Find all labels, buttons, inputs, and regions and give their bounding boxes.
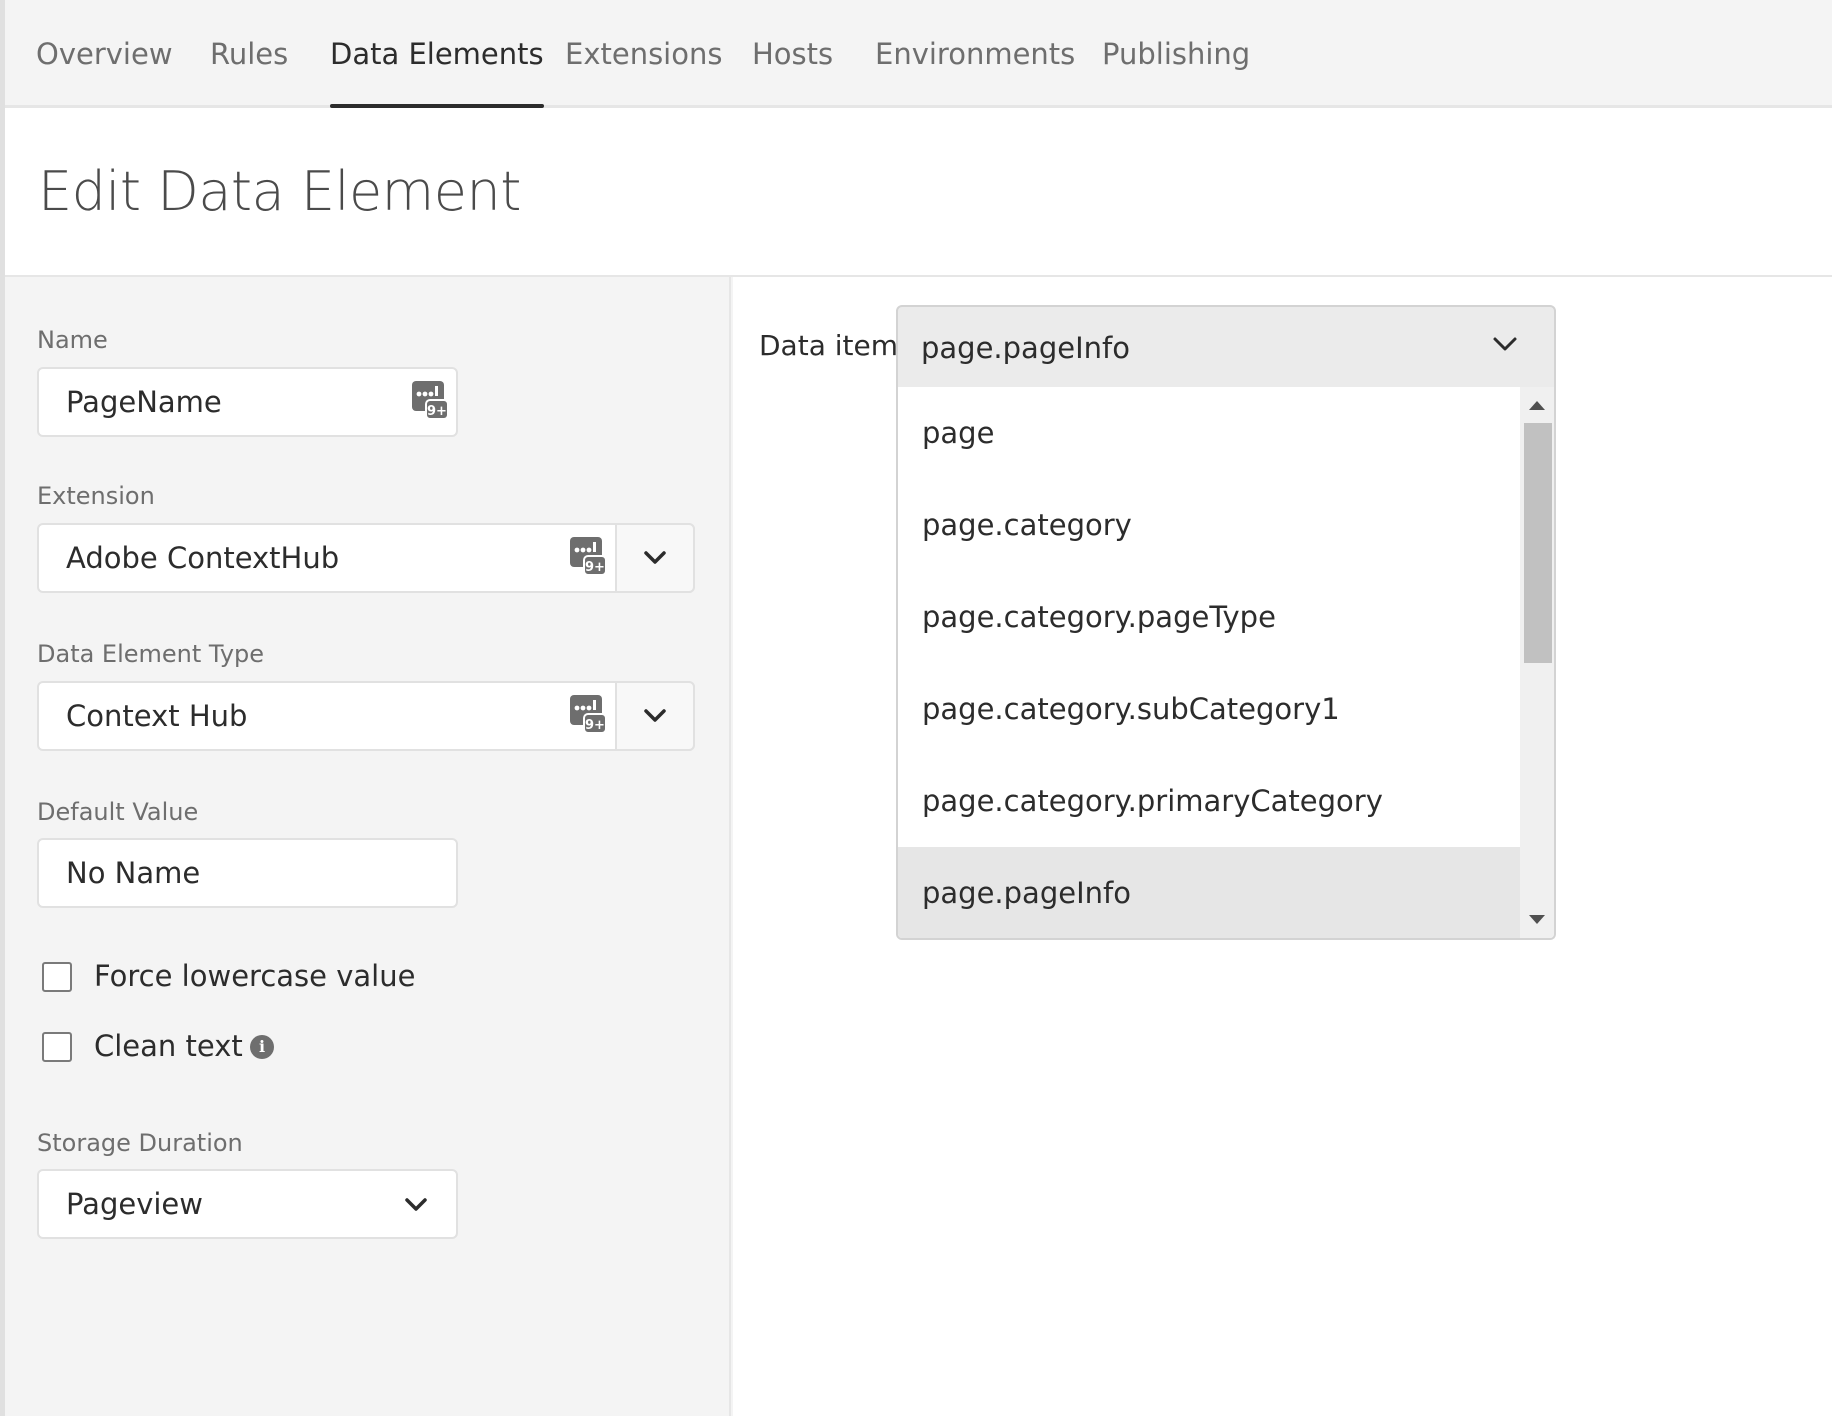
default-value-input[interactable]: No Name [37, 838, 458, 908]
data-element-picker-icon[interactable]: 9+ [569, 694, 607, 734]
info-icon[interactable]: i [250, 1035, 274, 1059]
data-element-type-select[interactable]: Context Hub 9+ [37, 681, 695, 751]
extension-label: Extension [37, 482, 155, 510]
right-config-panel: Data item page.pageInfo page page.catego… [733, 277, 1832, 1416]
tab-environments[interactable]: Environments [875, 0, 1075, 108]
data-element-picker-icon[interactable]: 9+ [569, 536, 607, 576]
extension-select[interactable]: Adobe ContextHub 9+ [37, 523, 695, 593]
data-item-options-list[interactable]: page page.category page.category.pageTyp… [896, 387, 1556, 940]
options-scrollbar[interactable] [1520, 387, 1554, 938]
name-input-value: PageName [66, 385, 222, 419]
data-element-type-label: Data Element Type [37, 640, 265, 668]
tab-data-elements[interactable]: Data Elements [330, 0, 544, 108]
top-nav: Overview Rules Data Elements Extensions … [5, 0, 1832, 108]
tab-publishing[interactable]: Publishing [1102, 0, 1250, 108]
chevron-down-icon [644, 551, 666, 564]
option-page-category-subcategory1[interactable]: page.category.subCategory1 [898, 663, 1522, 755]
option-page-pageinfo[interactable]: page.pageInfo [898, 847, 1522, 938]
storage-duration-select[interactable]: Pageview [37, 1169, 458, 1239]
svg-text:9+: 9+ [585, 560, 605, 575]
data-item-label: Data item [759, 329, 899, 362]
scrollbar-thumb[interactable] [1524, 423, 1552, 663]
data-element-type-dropdown-button[interactable] [615, 681, 695, 751]
scroll-down-arrow-icon[interactable] [1529, 915, 1545, 924]
svg-text:9+: 9+ [427, 404, 447, 419]
data-item-select[interactable]: page.pageInfo [896, 305, 1556, 389]
data-element-type-value: Context Hub [66, 699, 248, 733]
page-title: Edit Data Element [38, 160, 521, 223]
svg-text:9+: 9+ [585, 718, 605, 733]
option-page-category-primarycategory[interactable]: page.category.primaryCategory [898, 755, 1522, 847]
extension-select-value: Adobe ContextHub [66, 541, 340, 575]
title-bar: Edit Data Element [5, 108, 1832, 277]
tab-hosts[interactable]: Hosts [752, 0, 833, 108]
chevron-down-icon [405, 1198, 427, 1211]
default-value-input-value: No Name [66, 856, 201, 890]
data-element-picker-icon[interactable]: 9+ [411, 380, 449, 420]
tab-rules[interactable]: Rules [210, 0, 288, 108]
option-page[interactable]: page [898, 387, 1522, 479]
name-input[interactable]: PageName 9+ [37, 367, 458, 437]
scroll-up-arrow-icon[interactable] [1529, 401, 1545, 410]
option-page-category[interactable]: page.category [898, 479, 1522, 571]
left-form-panel: Name PageName 9+ Extension Adobe Context… [5, 277, 731, 1416]
tab-overview[interactable]: Overview [36, 0, 173, 108]
storage-duration-label: Storage Duration [37, 1129, 243, 1157]
option-page-category-pagetype[interactable]: page.category.pageType [898, 571, 1522, 663]
name-label: Name [37, 326, 108, 354]
chevron-down-icon [1493, 337, 1517, 351]
chevron-down-icon [644, 709, 666, 722]
storage-duration-value: Pageview [66, 1187, 203, 1221]
clean-text-checkbox[interactable] [42, 1032, 72, 1062]
clean-text-label: Clean text [94, 1029, 243, 1063]
data-item-selected-value: page.pageInfo [921, 331, 1130, 365]
force-lowercase-checkbox[interactable] [42, 962, 72, 992]
tab-extensions[interactable]: Extensions [565, 0, 722, 108]
extension-dropdown-button[interactable] [615, 523, 695, 593]
default-value-label: Default Value [37, 798, 199, 826]
force-lowercase-label: Force lowercase value [94, 959, 416, 993]
